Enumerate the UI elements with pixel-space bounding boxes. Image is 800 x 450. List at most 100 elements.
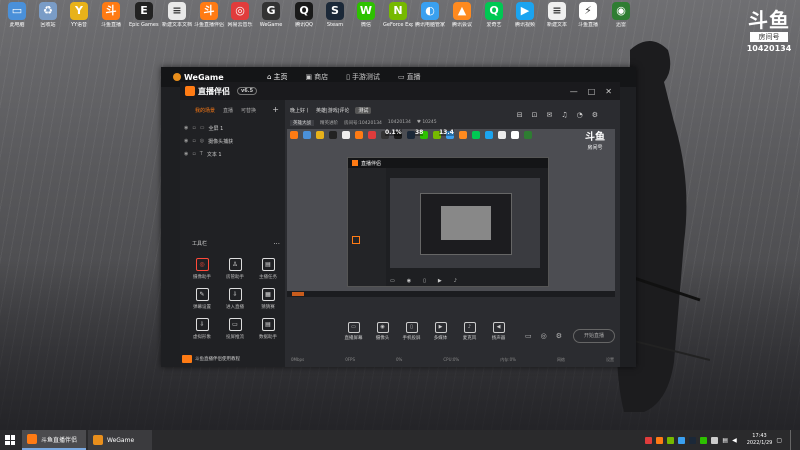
- record-icon[interactable]: ▭: [525, 332, 532, 340]
- source-control-button[interactable]: ◀ 扬声器: [484, 322, 513, 341]
- stream-preview[interactable]: 斗鱼 房间号 直播伴侣 ▭ ◉ ▯ ▶ ♪ 0.1% 38 13.4: [287, 129, 615, 297]
- game-category[interactable]: 英雄大战: [290, 120, 314, 126]
- tray-app-icon[interactable]: [678, 436, 686, 444]
- desktop-icon-label: 爱奇艺: [486, 22, 502, 28]
- preview-icon: [498, 131, 506, 139]
- desktop-icon[interactable]: Y YY语音: [64, 2, 94, 38]
- mail-icon[interactable]: ✉: [546, 111, 552, 119]
- network-icon[interactable]: ▤: [722, 437, 728, 444]
- notification-icon[interactable]: ◔: [577, 111, 583, 119]
- desktop-icon[interactable]: S Steam: [320, 2, 350, 38]
- volume-icon[interactable]: ◀: [732, 437, 737, 444]
- wegame-nav-home[interactable]: ⌂ 主页: [267, 72, 287, 82]
- desktop-icon[interactable]: N GeForce Experience: [383, 2, 413, 38]
- desktop-icon[interactable]: Q 爱奇艺: [479, 2, 509, 38]
- broadcast-companion-window[interactable]: 直播伴侣 v6.5 — □ ✕ 我的场景 直播 可替换 + ◉ ▫ ▭ 全屏 1 ◉ ▫…: [180, 82, 620, 367]
- minimize-button[interactable]: —: [570, 87, 578, 96]
- scene-item[interactable]: ◉ ▫ ▭ 全屏 1: [180, 120, 285, 133]
- tool-item[interactable]: ◎ 摄像助手: [185, 258, 219, 280]
- settings-icon[interactable]: ⚙: [592, 111, 598, 119]
- tool-item[interactable]: ♙ 房管助手: [218, 258, 252, 280]
- scene-panel: 我的场景 直播 可替换 + ◉ ▫ ▭ 全屏 1 ◉ ▫ ◎ 摄像头捕获 ◉ ▫ T 文本 1 工…: [180, 100, 285, 367]
- desktop-icon[interactable]: Q 腾讯QQ: [289, 2, 319, 38]
- beauty-icon[interactable]: ◎: [541, 332, 547, 340]
- start-live-button[interactable]: 开始直播: [573, 329, 615, 343]
- desktop-icon[interactable]: 斗斗鱼直播: [96, 2, 126, 38]
- tray-app-icon[interactable]: [700, 436, 708, 444]
- tool-item[interactable]: ▤ 主播任务: [251, 258, 285, 280]
- tool-item[interactable]: ▤ 数据助手: [251, 318, 285, 340]
- tray-app-icon[interactable]: [711, 436, 719, 444]
- show-desktop-button[interactable]: [790, 430, 794, 450]
- source-control-button[interactable]: ◉ 摄像头: [368, 322, 397, 341]
- tool-item[interactable]: ▦ 猜猜赛: [251, 288, 285, 310]
- notification-center-icon[interactable]: ▢: [776, 437, 782, 444]
- desktop-icon[interactable]: ◐ 腾讯电脑管家: [415, 2, 445, 38]
- tab-my-scenes[interactable]: 我的场景: [195, 107, 215, 114]
- version-badge: v6.5: [237, 87, 258, 95]
- desktop-icons: ▭ 此电脑 ♻ 回收站 Y YY语音 斗斗鱼直播 E Epic Games Launcher ≡ 新…: [0, 0, 640, 40]
- preview-icon: [303, 131, 311, 139]
- lock-icon[interactable]: ▫: [192, 138, 195, 144]
- tool-item[interactable]: ▭ 投屏推流: [218, 318, 252, 340]
- tutorial-link[interactable]: 斗鱼直播伴侣使用教程: [182, 353, 282, 365]
- stream-settings-icon[interactable]: ⚙: [556, 332, 562, 340]
- douyu-watermark: 斗鱼 房间号 10420134: [742, 10, 796, 53]
- wegame-nav-live[interactable]: ▭ 直播: [398, 72, 421, 82]
- tab-live[interactable]: 直播: [223, 107, 233, 114]
- watermark-logo: 斗鱼: [748, 8, 790, 32]
- tray-app-icon[interactable]: [667, 436, 675, 444]
- desktop-icon[interactable]: G WeGame: [256, 2, 286, 38]
- maximize-button[interactable]: □: [588, 87, 596, 96]
- desktop-icon[interactable]: ▶ 腾讯视频: [510, 2, 540, 38]
- eye-icon[interactable]: ◉: [184, 125, 188, 131]
- desktop-icon[interactable]: ◎ 网易云音乐: [225, 2, 255, 38]
- scene-item[interactable]: ◉ ▫ ◎ 摄像头捕获: [180, 133, 285, 146]
- tool-label: 数据助手: [259, 335, 277, 340]
- desktop-icon-label: 斗鱼直播: [577, 22, 598, 28]
- screenshot-icon[interactable]: ⊡: [532, 111, 538, 119]
- desktop-icon[interactable]: ▭ 此电脑: [2, 2, 32, 38]
- eye-icon[interactable]: ◉: [184, 138, 188, 144]
- tray-app-icon[interactable]: [689, 436, 697, 444]
- tool-item[interactable]: ⇩ 虚拟形象: [185, 318, 219, 340]
- more-tools-button[interactable]: ···: [273, 240, 280, 248]
- taskbar-item-douyu[interactable]: 斗鱼直播伴侣: [22, 430, 86, 450]
- live-category[interactable]: 英雄|游戏|评论: [316, 107, 349, 114]
- desktop-icon[interactable]: ≡ 新建文本: [542, 2, 572, 38]
- add-scene-button[interactable]: +: [272, 106, 279, 114]
- nested-preview-window: 直播伴侣 ▭ ◉ ▯ ▶ ♪: [347, 157, 549, 287]
- source-control-button[interactable]: ♪ 麦克风: [455, 322, 484, 341]
- tool-label: 猜猜赛: [261, 305, 275, 310]
- tool-item[interactable]: ⇩ 进入直播: [218, 288, 252, 310]
- source-control-button[interactable]: ▶ 多媒体: [426, 322, 455, 341]
- close-button[interactable]: ✕: [605, 87, 612, 96]
- tab-replaceable[interactable]: 可替换: [241, 107, 256, 114]
- scene-item[interactable]: ◉ ▫ T 文本 1: [180, 146, 285, 159]
- live-title[interactable]: 晚上好丨: [290, 107, 310, 114]
- desktop-icon[interactable]: ≡ 新建文本文档: [162, 2, 192, 38]
- eye-icon[interactable]: ◉: [184, 151, 188, 157]
- source-control-button[interactable]: ▭ 直播屏幕: [339, 322, 368, 341]
- desktop-icon[interactable]: ◉ 迅雷: [606, 2, 636, 38]
- tool-item[interactable]: ✎ 弹幕设置: [185, 288, 219, 310]
- layout-icon[interactable]: ⊟: [517, 111, 523, 119]
- lock-icon[interactable]: ▫: [192, 125, 195, 131]
- wegame-nav-mobile-test[interactable]: ▯ 手游测试: [346, 72, 380, 82]
- source-control-button[interactable]: ▯ 手机投屏: [397, 322, 426, 341]
- taskbar-item-wegame[interactable]: WeGame: [88, 430, 152, 450]
- tray-app-icon[interactable]: [656, 436, 664, 444]
- tray-app-icon[interactable]: [645, 436, 653, 444]
- system-clock[interactable]: 17:43 2022/1/29: [747, 433, 773, 447]
- desktop-icon[interactable]: E Epic Games Launcher: [129, 2, 159, 38]
- desktop-icon[interactable]: ⚡ 斗鱼直播: [573, 2, 603, 38]
- lock-icon[interactable]: ▫: [192, 151, 195, 157]
- desktop-icon[interactable]: ♻ 回收站: [33, 2, 63, 38]
- wegame-nav-store[interactable]: ▣ 商店: [305, 72, 328, 82]
- desktop-icon[interactable]: 斗斗鱼直播伴侣: [194, 2, 224, 38]
- start-button[interactable]: [0, 430, 20, 450]
- desktop-icon[interactable]: ▲ 腾讯会议: [447, 2, 477, 38]
- desktop-icon[interactable]: W 微信: [351, 2, 381, 38]
- desktop-icon-label: 迅雷: [615, 22, 626, 28]
- music-icon[interactable]: ♫: [561, 111, 567, 119]
